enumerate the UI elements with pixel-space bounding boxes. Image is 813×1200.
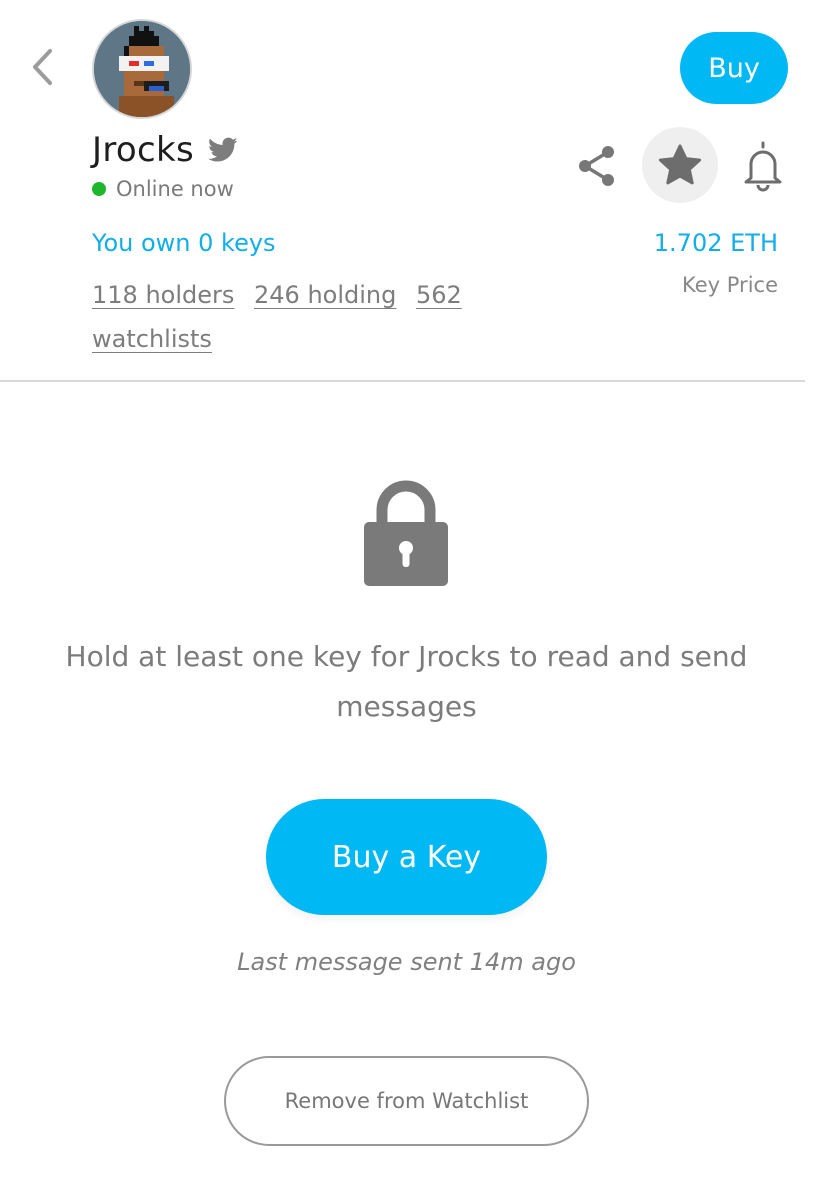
owned-keys-text: You own 0 keys (92, 229, 276, 257)
key-stats: 118 holders 246 holding 562 watchlists (92, 273, 512, 361)
profile-name: Jrocks (92, 130, 194, 170)
twitter-icon[interactable] (207, 137, 238, 163)
status-text: Online now (116, 177, 234, 201)
pixel-art-avatar (94, 21, 190, 117)
online-status: Online now (92, 174, 234, 204)
last-message-text: Last message sent 14m ago (237, 948, 576, 976)
share-button[interactable] (574, 142, 620, 190)
bell-icon (744, 141, 782, 192)
back-button[interactable] (26, 46, 58, 88)
lock-icon (362, 476, 450, 588)
notification-bell-button[interactable] (738, 138, 788, 194)
star-icon (658, 144, 702, 185)
chevron-left-icon (33, 49, 52, 85)
buy-button[interactable]: Buy (680, 32, 788, 104)
key-price-value: 1.702 ETH (653, 229, 778, 257)
remove-from-watchlist-button[interactable]: Remove from Watchlist (224, 1056, 589, 1146)
watchlist-star-button[interactable] (642, 127, 718, 203)
header-divider (0, 380, 805, 382)
holding-link[interactable]: 246 holding (254, 281, 396, 309)
buy-a-key-button[interactable]: Buy a Key (266, 799, 547, 915)
holders-link[interactable]: 118 holders (92, 281, 234, 309)
profile-name-row: Jrocks (92, 128, 238, 172)
share-icon (579, 146, 614, 186)
key-price-label: Key Price (682, 273, 778, 297)
online-dot-icon (92, 182, 106, 196)
avatar[interactable] (92, 19, 192, 119)
locked-message: Hold at least one key for Jrocks to read… (65, 640, 748, 723)
